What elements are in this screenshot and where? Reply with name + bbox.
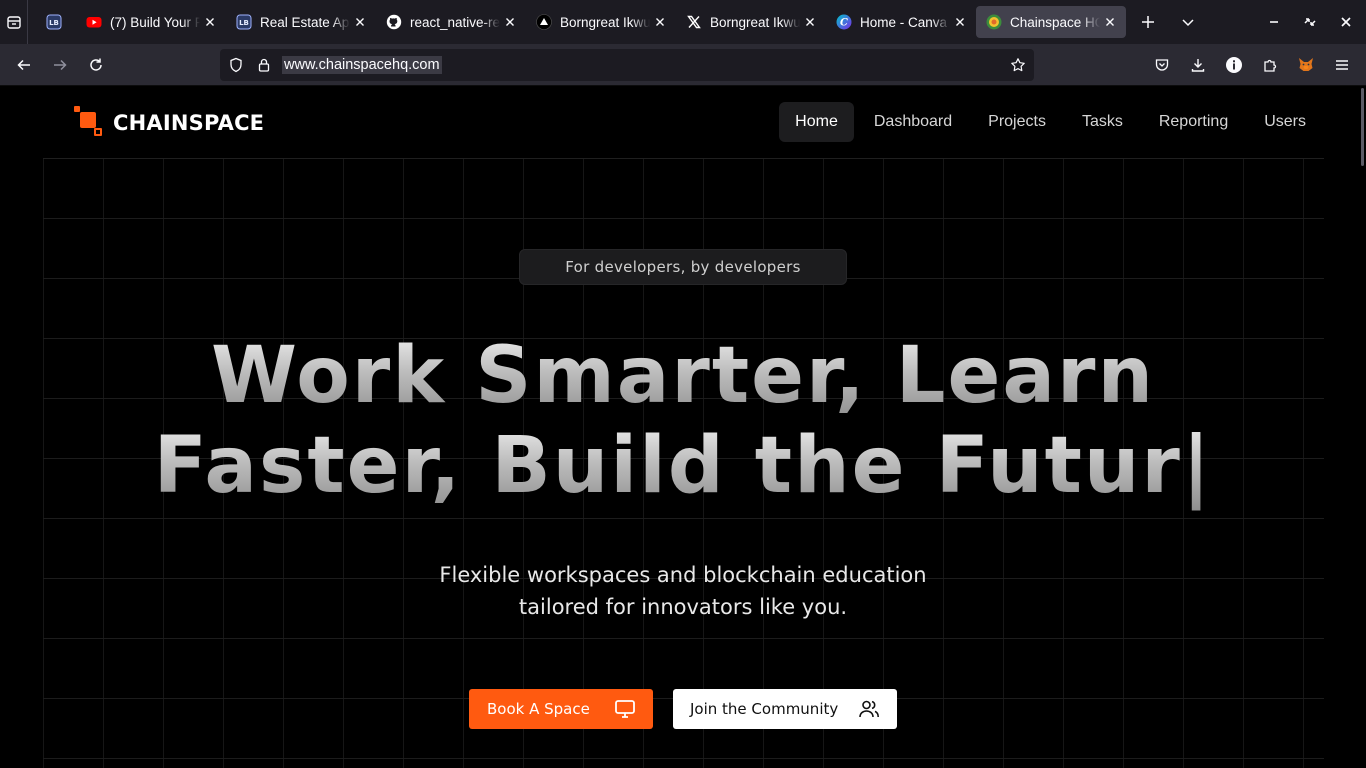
restore-icon <box>1304 18 1316 26</box>
hero-subtitle-line-2: tailored for innovators like you. <box>518 595 848 619</box>
site-navigation: Home Dashboard Projects Tasks Reporting Users <box>775 102 1322 142</box>
reload-icon <box>90 58 102 71</box>
close-tab-icon[interactable] <box>802 14 818 30</box>
pocket-icon <box>1155 59 1169 71</box>
nav-link-projects[interactable]: Projects <box>972 102 1062 142</box>
x-icon <box>686 14 702 30</box>
browser-navigation-bar: www.chainspacehq.com <box>0 44 1366 86</box>
brand-logo-link[interactable]: CHAINSPACE <box>74 106 264 138</box>
info-icon <box>1226 57 1242 73</box>
page-viewport: CHAINSPACE Home Dashboard Projects Tasks Rep… <box>0 86 1366 768</box>
tab-manager-button[interactable] <box>0 0 28 44</box>
book-a-space-label: Book A Space <box>487 700 590 718</box>
puzzle-icon <box>1264 59 1277 72</box>
close-window-button[interactable] <box>1330 6 1362 38</box>
tab-title: Borngreat Ikwu <box>710 14 800 30</box>
tab-title: (7) Build Your F <box>110 14 200 30</box>
extensions-button[interactable] <box>1254 49 1286 81</box>
browser-tab[interactable]: Borngreat Ikwu <box>526 6 676 38</box>
tab-manager-icon <box>6 16 21 29</box>
lb-icon: LB <box>46 14 62 30</box>
url-text[interactable]: www.chainspacehq.com <box>282 56 442 74</box>
nav-link-dashboard[interactable]: Dashboard <box>858 102 968 142</box>
users-icon <box>857 697 881 721</box>
monitor-icon <box>613 697 637 721</box>
browser-tab-bar: LB (7) Build Your F LB Real Estate App react… <box>0 0 1366 44</box>
book-a-space-button[interactable]: Book A Space <box>469 689 653 729</box>
tab-title: Borngreat Ikwu <box>560 14 650 30</box>
hamburger-menu-icon <box>1336 60 1348 70</box>
metamask-fox-icon <box>1299 58 1313 71</box>
tagline-pill: For developers, by developers <box>519 249 847 285</box>
browser-tab[interactable]: C Home - Canva <box>826 6 976 38</box>
restore-window-button[interactable] <box>1294 6 1326 38</box>
app-menu-button[interactable] <box>1326 49 1358 81</box>
plus-icon <box>1142 16 1154 28</box>
hero-heading: Work Smarter, Learn Faster, Build the Fu… <box>0 331 1366 511</box>
close-tab-icon[interactable] <box>502 14 518 30</box>
arrow-left-icon <box>17 59 30 70</box>
nav-link-users[interactable]: Users <box>1248 102 1322 142</box>
tab-title: react_native-re <box>410 14 500 30</box>
arrow-right-icon <box>54 59 67 70</box>
hero-heading-line-1: Work Smarter, Learn <box>0 331 1366 421</box>
brand-name: CHAINSPACE <box>113 111 265 135</box>
list-all-tabs-button[interactable] <box>1172 6 1204 38</box>
active-tab[interactable]: Chainspace HQ <box>976 6 1126 38</box>
svg-text:C: C <box>840 18 848 29</box>
lb-icon: LB <box>236 14 252 30</box>
close-tab-icon[interactable] <box>202 14 218 30</box>
header-divider <box>43 158 1324 159</box>
nav-link-reporting[interactable]: Reporting <box>1143 102 1244 142</box>
github-icon <box>386 14 402 30</box>
close-tab-icon[interactable] <box>352 14 368 30</box>
address-bar[interactable]: www.chainspacehq.com <box>220 49 1034 81</box>
new-tab-button[interactable] <box>1132 6 1164 38</box>
reload-button[interactable] <box>80 49 112 81</box>
lock-icon[interactable] <box>250 51 278 79</box>
youtube-icon <box>86 14 102 30</box>
close-icon <box>1341 17 1351 27</box>
hero-subtitle-line-1: Flexible workspaces and blockchain educa… <box>439 563 927 587</box>
tab-title: Home - Canva <box>860 14 948 30</box>
metamask-extension-button[interactable] <box>1290 49 1322 81</box>
svg-text:LB: LB <box>49 19 59 27</box>
hero-heading-line-2: Faster, Build the Futur| <box>0 421 1366 511</box>
extension-info-button[interactable] <box>1218 49 1250 81</box>
browser-tab[interactable]: LB Real Estate App <box>226 6 376 38</box>
chevron-down-icon <box>1182 19 1194 27</box>
close-tab-icon[interactable] <box>652 14 668 30</box>
close-tab-icon[interactable] <box>952 14 968 30</box>
tab-strip: LB (7) Build Your F LB Real Estate App react… <box>28 0 1126 44</box>
back-button[interactable] <box>8 49 40 81</box>
nav-link-tasks[interactable]: Tasks <box>1066 102 1139 142</box>
minimize-window-button[interactable] <box>1258 6 1290 38</box>
page-scrollbar[interactable] <box>1361 88 1364 166</box>
pocket-button[interactable] <box>1146 49 1178 81</box>
hero-subtitle: Flexible workspaces and blockchain educa… <box>333 559 1033 623</box>
join-community-button[interactable]: Join the Community <box>673 689 897 729</box>
browser-tab[interactable]: LB <box>32 6 76 38</box>
nav-link-home[interactable]: Home <box>779 102 854 142</box>
minimize-icon <box>1270 21 1278 23</box>
browser-tab[interactable]: Borngreat Ikwu <box>676 6 826 38</box>
download-icon <box>1191 59 1205 72</box>
close-tab-icon[interactable] <box>1102 14 1118 30</box>
tracking-protection-shield-icon[interactable] <box>222 51 250 79</box>
browser-tab[interactable]: react_native-re <box>376 6 526 38</box>
canva-icon: C <box>836 14 852 30</box>
chainspace-icon <box>986 14 1002 30</box>
browser-tab[interactable]: (7) Build Your F <box>76 6 226 38</box>
join-community-label: Join the Community <box>690 700 839 718</box>
forward-button[interactable] <box>44 49 76 81</box>
tab-title: Chainspace HQ <box>1010 14 1100 30</box>
chainspace-logo-icon <box>74 106 106 138</box>
svg-text:LB: LB <box>239 19 249 27</box>
tab-title: Real Estate App <box>260 14 350 30</box>
bookmark-star-icon[interactable] <box>1004 51 1032 79</box>
vercel-icon <box>536 14 552 30</box>
downloads-button[interactable] <box>1182 49 1214 81</box>
